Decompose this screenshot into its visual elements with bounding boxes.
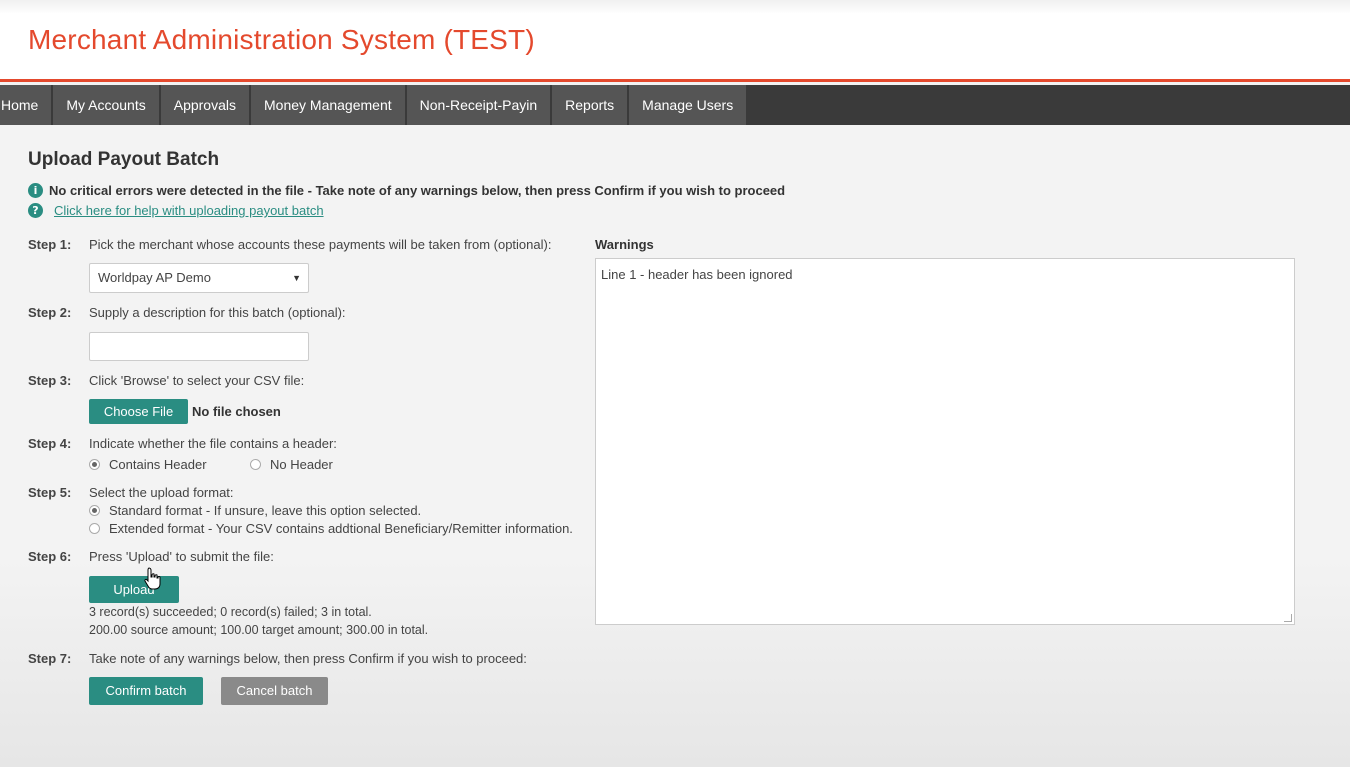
contains-header-label: Contains Header: [109, 457, 207, 472]
description-input[interactable]: [89, 332, 309, 361]
standard-format-radio[interactable]: [89, 505, 100, 516]
step-4-label: Step 4:: [28, 436, 72, 451]
app-title: Merchant Administration System (TEST): [28, 24, 535, 55]
main-nav: Home My Accounts Approvals Money Managem…: [0, 85, 1350, 125]
cancel-batch-button[interactable]: Cancel batch: [221, 677, 328, 705]
step-6-text: Press 'Upload' to submit the file:: [89, 549, 274, 564]
page-title: Upload Payout Batch: [28, 149, 220, 170]
step-1-text: Pick the merchant whose accounts these p…: [89, 237, 552, 252]
step-3-label: Step 3:: [28, 373, 72, 388]
info-message-text: No critical errors were detected in the …: [49, 183, 786, 198]
nav-item-reports[interactable]: Reports: [552, 85, 628, 125]
choose-file-button[interactable]: Choose File: [89, 399, 188, 424]
contains-header-option[interactable]: Contains Header: [89, 457, 207, 472]
extended-format-radio[interactable]: [89, 523, 100, 534]
warnings-label: Warnings: [595, 237, 654, 252]
warnings-textarea[interactable]: Line 1 - header has been ignored: [595, 258, 1295, 625]
extended-format-option[interactable]: Extended format - Your CSV contains addt…: [89, 521, 573, 536]
app-header: Merchant Administration System (TEST): [0, 0, 1350, 82]
nav-item-approvals[interactable]: Approvals: [160, 85, 249, 125]
step-7-label: Step 7:: [28, 651, 72, 666]
extended-format-label: Extended format - Your CSV contains addt…: [109, 521, 573, 536]
step-1-label: Step 1:: [28, 237, 72, 252]
merchant-select-value: Worldpay AP Demo: [98, 270, 211, 285]
upload-result-amounts: 200.00 source amount; 100.00 target amou…: [89, 623, 429, 637]
hand-cursor-icon: [144, 567, 161, 590]
nav-item-home[interactable]: Home: [0, 85, 52, 125]
step-3-text: Click 'Browse' to select your CSV file:: [89, 373, 305, 388]
info-message: i No critical errors were detected in th…: [28, 183, 785, 198]
nav-item-money-management[interactable]: Money Management: [251, 85, 405, 125]
chevron-down-icon: ▼: [292, 273, 301, 283]
step-2-text: Supply a description for this batch (opt…: [89, 305, 346, 320]
merchant-select[interactable]: Worldpay AP Demo ▼: [89, 263, 309, 293]
no-header-option[interactable]: No Header: [250, 457, 333, 472]
upload-result-records: 3 record(s) succeeded; 0 record(s) faile…: [89, 605, 372, 619]
file-status: No file chosen: [192, 404, 281, 419]
help-icon: ?: [28, 203, 43, 218]
contains-header-radio[interactable]: [89, 459, 100, 470]
help-link[interactable]: Click here for help with uploading payou…: [54, 203, 324, 218]
info-icon: i: [28, 183, 43, 198]
step-2-label: Step 2:: [28, 305, 72, 320]
step-5-text: Select the upload format:: [89, 485, 234, 500]
nav-item-my-accounts[interactable]: My Accounts: [53, 85, 159, 125]
no-header-label: No Header: [270, 457, 333, 472]
upload-button[interactable]: Upload: [89, 576, 179, 603]
warnings-content: Line 1 - header has been ignored: [601, 267, 793, 282]
nav-item-manage-users[interactable]: Manage Users: [629, 85, 747, 125]
step-6-label: Step 6:: [28, 549, 72, 564]
no-header-radio[interactable]: [250, 459, 261, 470]
help-row: ? Click here for help with uploading pay…: [28, 203, 324, 218]
confirm-batch-button[interactable]: Confirm batch: [89, 677, 203, 705]
standard-format-label: Standard format - If unsure, leave this …: [109, 503, 422, 518]
nav-item-non-receipt-payin[interactable]: Non-Receipt-Payin: [406, 85, 551, 125]
step-7-text: Take note of any warnings below, then pr…: [89, 651, 527, 666]
resize-handle-icon[interactable]: [1284, 614, 1292, 622]
step-5-label: Step 5:: [28, 485, 72, 500]
step-4-text: Indicate whether the file contains a hea…: [89, 436, 337, 451]
standard-format-option[interactable]: Standard format - If unsure, leave this …: [89, 503, 421, 518]
